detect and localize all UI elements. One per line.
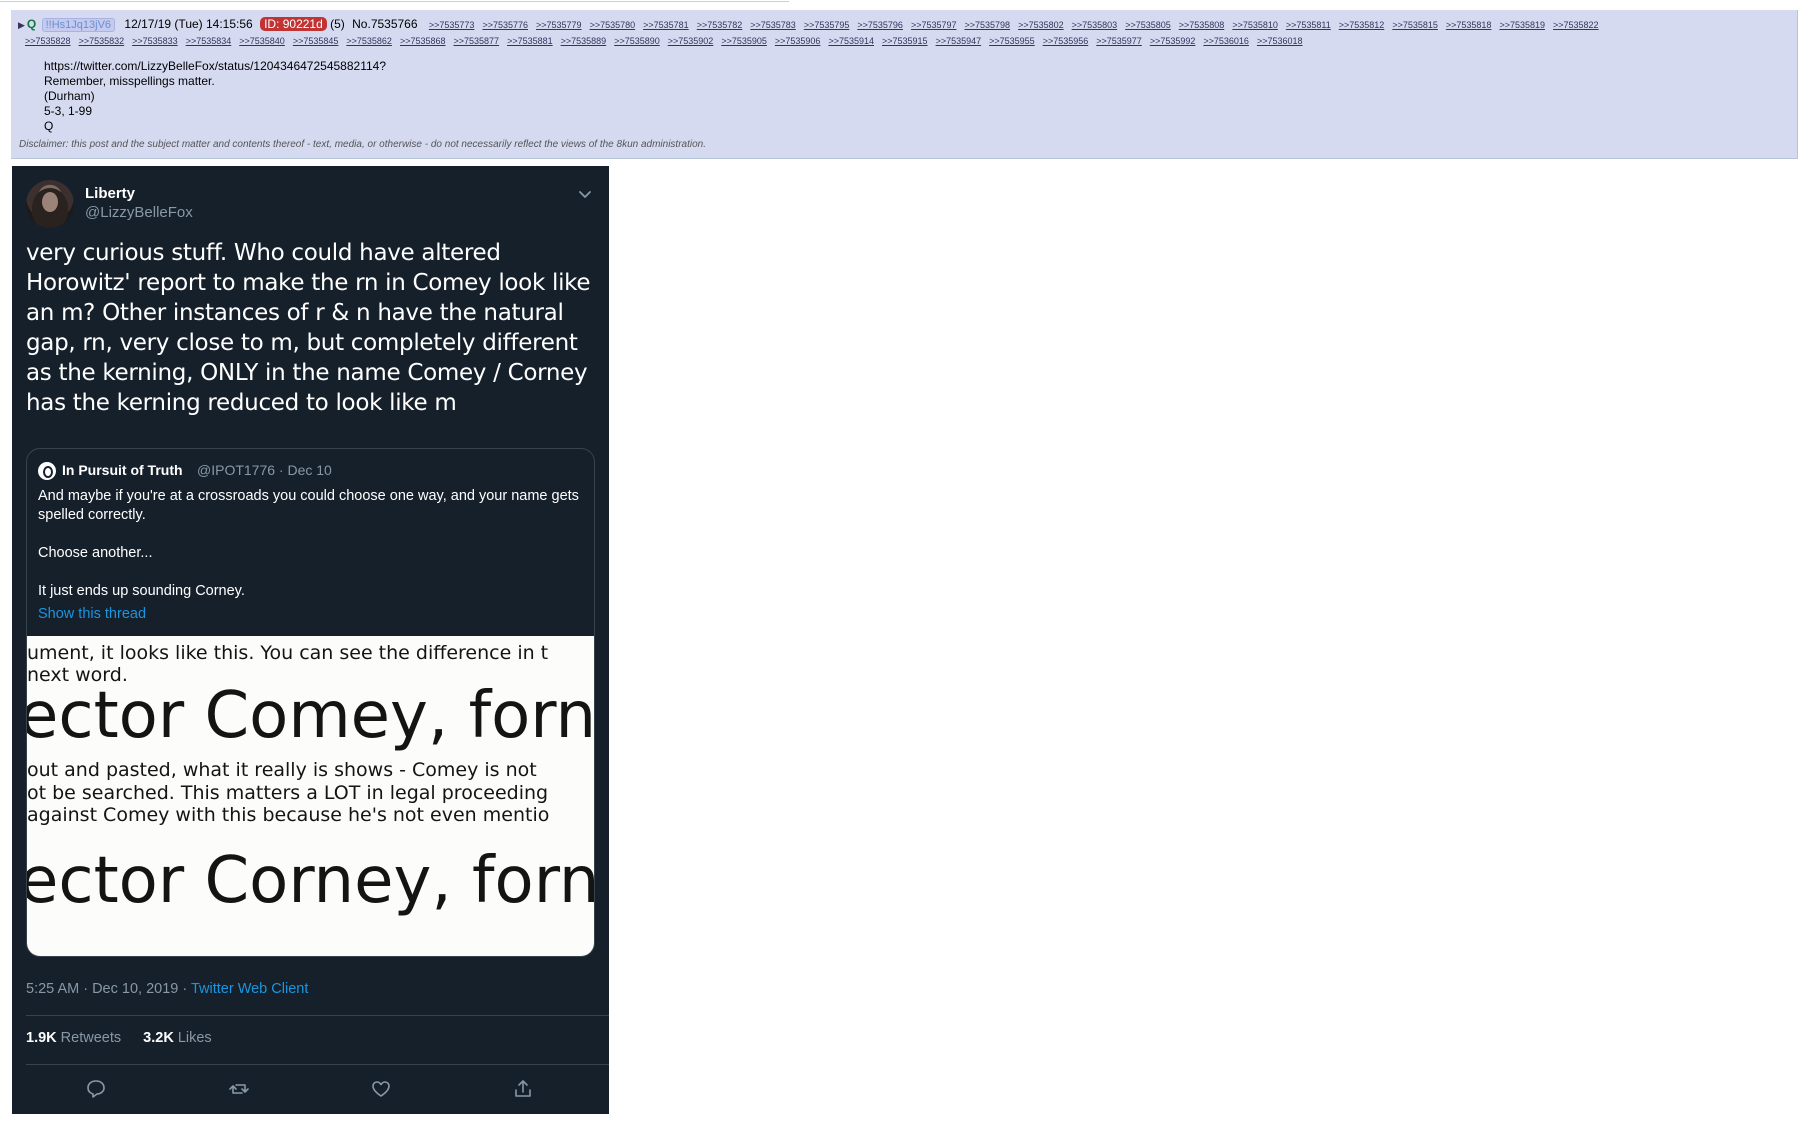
backlink[interactable]: >>7535902 [668,36,714,46]
tweet-text: very curious stuff. Who could have alter… [26,240,591,416]
likes-stat[interactable]: 3.2K Likes [143,1030,212,1046]
backlink[interactable]: >>7535773 [429,20,475,30]
tweet-time-text[interactable]: 5:25 AM · Dec 10, 2019 · [26,981,191,997]
quoted-handle-date: @IPOT1776 · Dec 10 [197,462,332,478]
post-body-line: Q [44,119,54,133]
backlink[interactable]: >>7535840 [239,36,285,46]
retweets-stat[interactable]: 1.9K Retweets [26,1030,121,1046]
quoted-avatar-icon [38,462,56,480]
tweet-client-link[interactable]: Twitter Web Client [191,981,308,997]
backlink[interactable]: >>7535797 [911,20,957,30]
tweet-timestamp: 5:25 AM · Dec 10, 2019 · Twitter Web Cli… [26,981,308,997]
backlink[interactable]: >>7535905 [721,36,767,46]
backlink[interactable]: >>7535776 [482,20,528,30]
backlink[interactable]: >>7535832 [79,36,125,46]
quoted-display-name: In Pursuit of Truth [62,462,183,478]
quoted-paragraph: Choose another... [38,545,153,561]
page-top-rule [0,1,789,2]
backlink[interactable]: >>7535802 [1018,20,1064,30]
quoted-image[interactable]: ument, it looks like this. You can see t… [27,636,594,956]
quoted-paragraph: It just ends up sounding Corney. [38,583,245,599]
backlink[interactable]: >>7535781 [643,20,689,30]
post-number-link[interactable]: No.7535766 [352,17,417,31]
quoted-paragraph: And maybe if you're at a crossroads you … [38,488,579,523]
image-text-corney: ector Corney, forn [27,844,594,918]
backlink[interactable]: >>7535780 [590,20,636,30]
backlink[interactable]: >>7535890 [614,36,660,46]
backlink[interactable]: >>7535977 [1096,36,1142,46]
backlink[interactable]: >>7535845 [293,36,339,46]
poster-tripcode: !!Hs1Jq13jV6 [41,18,116,32]
post-body-line: Remember, misspellings matter. [44,74,215,88]
tweet-actions [12,1078,609,1108]
backlink[interactable]: >>7535812 [1339,20,1385,30]
backlink[interactable]: >>7535795 [804,20,850,30]
post-toggle-icon[interactable]: ▶ [18,20,25,30]
backlinks-row-1: >>7535773 >>7535776 >>7535779 >>7535780 >>75… [421,17,1599,31]
backlink[interactable]: >>7535915 [882,36,928,46]
post-body-line: (Durham) [44,89,95,103]
share-icon[interactable] [512,1078,534,1100]
backlinks-row-2: >>7535828 >>7535832 >>7535833 >>7535834 >>75… [25,33,1303,48]
backlink[interactable]: >>7536018 [1257,36,1303,46]
backlink[interactable]: >>7535956 [1043,36,1089,46]
quoted-tweet[interactable]: In Pursuit of Truth @IPOT1776 · Dec 10 A… [26,448,595,957]
image-text-comey: ector Comey, forn [27,679,594,753]
backlink[interactable]: >>7535783 [750,20,796,30]
backlink[interactable]: >>7535862 [346,36,392,46]
post-disclaimer: Disclaimer: this post and the subject ma… [19,139,706,150]
post-body: https://twitter.com/LizzyBelleFox/status… [44,59,386,134]
imageboard-post: ▶ Q !!Hs1Jq13jV6 12/17/19 (Tue) 14:15:56 … [11,10,1798,159]
post-date: 12/17/19 (Tue) 14:15:56 [124,17,253,31]
post-reply-count: (5) [330,17,345,31]
image-text-line: out and pasted, what it really is shows … [27,759,537,781]
divider [26,1064,609,1065]
backlink[interactable]: >>7535808 [1179,20,1225,30]
backlink[interactable]: >>7535889 [561,36,607,46]
post-body-line: 5-3, 1-99 [44,104,93,118]
backlink[interactable]: >>7535947 [936,36,982,46]
show-thread-link[interactable]: Show this thread [38,606,146,622]
backlink[interactable]: >>7535822 [1553,20,1599,30]
backlink[interactable]: >>7535906 [775,36,821,46]
backlink[interactable]: >>7535819 [1499,20,1545,30]
backlink[interactable]: >>7535796 [857,20,903,30]
backlink[interactable]: >>7535868 [400,36,446,46]
backlink[interactable]: >>7535914 [828,36,874,46]
backlink[interactable]: >>7535805 [1125,20,1171,30]
tweet-handle[interactable]: @LizzyBelleFox [85,204,193,221]
poster-name: Q [26,17,37,31]
divider [26,1015,609,1016]
backlink[interactable]: >>7535811 [1286,20,1331,30]
embedded-tweet: Liberty @LizzyBelleFox very curious stuf… [12,166,609,1114]
tweet-url-line: https://twitter.com/LizzyBelleFox/status… [44,59,386,73]
backlink[interactable]: >>7535798 [965,20,1011,30]
reply-icon[interactable] [85,1078,107,1100]
backlink[interactable]: >>7535810 [1232,20,1278,30]
poster-id-badge[interactable]: ID: 90221d [260,17,327,31]
quoted-text: And maybe if you're at a crossroads you … [38,487,583,620]
tweet-display-name[interactable]: Liberty [85,185,135,202]
heart-icon[interactable] [370,1078,392,1100]
backlink[interactable]: >>7535803 [1072,20,1118,30]
backlink[interactable]: >>7535818 [1446,20,1492,30]
backlink[interactable]: >>7535881 [507,36,553,46]
backlink[interactable]: >>7536016 [1203,36,1249,46]
image-text-line: against Comey with this because he's not… [27,804,550,826]
retweet-icon[interactable] [228,1078,250,1100]
backlink[interactable]: >>7535779 [536,20,582,30]
backlink[interactable]: >>7535992 [1150,36,1196,46]
chevron-down-icon[interactable] [575,184,595,204]
backlink[interactable]: >>7535833 [132,36,178,46]
backlink[interactable]: >>7535877 [454,36,500,46]
post-header: ▶ Q !!Hs1Jq13jV6 12/17/19 (Tue) 14:15:56 … [18,16,1788,33]
avatar[interactable] [26,180,74,228]
backlink[interactable]: >>7535815 [1392,20,1438,30]
backlink[interactable]: >>7535955 [989,36,1035,46]
tweet-stats: 1.9K Retweets 3.2K Likes [26,1030,212,1046]
backlink[interactable]: >>7535834 [186,36,232,46]
backlink[interactable]: >>7535782 [697,20,743,30]
backlink[interactable]: >>7535828 [25,36,71,46]
